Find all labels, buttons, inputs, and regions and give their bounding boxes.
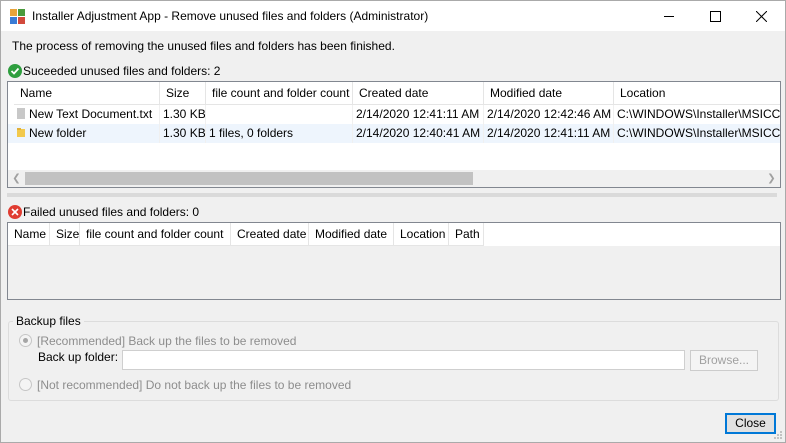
maximize-button[interactable]: [692, 1, 738, 31]
cell-location: C:\WINDOWS\Installer\MSICC3: [617, 126, 780, 140]
column-header-name[interactable]: Name: [14, 82, 160, 105]
failed-grid-empty-area: [8, 246, 780, 299]
backup-recommended-label[interactable]: [Recommended] Back up the files to be re…: [37, 334, 296, 348]
cell-name: New folder: [14, 124, 160, 143]
backup-recommended-radio[interactable]: [19, 334, 32, 347]
text-file-icon: [17, 108, 25, 119]
splitter[interactable]: [7, 193, 777, 197]
app-icon: [10, 9, 25, 24]
column-header-created[interactable]: Created date: [353, 82, 484, 105]
column-header-size[interactable]: Size: [160, 82, 206, 105]
close-window-button[interactable]: [738, 1, 784, 31]
close-icon: [755, 10, 767, 22]
cell-name: New Text Document.txt: [14, 105, 160, 124]
cell-created: 2/14/2020 12:40:41 AM: [353, 124, 484, 143]
file-name: New folder: [29, 126, 87, 140]
file-name: New Text Document.txt: [29, 107, 153, 121]
column-header-path[interactable]: Path: [449, 223, 484, 246]
scrollbar-thumb[interactable]: [25, 172, 473, 185]
succeeded-grid-header: Name Size file count and folder count Cr…: [8, 82, 780, 105]
failed-grid[interactable]: Name Size file count and folder count Cr…: [7, 222, 781, 300]
minimize-button[interactable]: [646, 1, 692, 31]
cell-modified: 2/14/2020 12:41:11 AM: [484, 124, 614, 143]
backup-not-recommended-label[interactable]: [Not recommended] Do not back up the fil…: [37, 378, 351, 392]
cell-modified: 2/14/2020 12:42:46 AM: [484, 105, 614, 124]
column-header-location[interactable]: Location: [394, 223, 449, 246]
column-header-modified[interactable]: Modified date: [484, 82, 614, 105]
dialog-window: Installer Adjustment App - Remove unused…: [0, 0, 786, 443]
failed-label: Failed unused files and folders: 0: [23, 205, 200, 219]
column-header-location[interactable]: Location: [614, 82, 780, 105]
backup-folder-input[interactable]: [122, 350, 685, 370]
error-circle-icon: [8, 205, 22, 219]
title-bar[interactable]: Installer Adjustment App - Remove unused…: [1, 1, 785, 31]
cell-counts: 1 files, 0 folders: [206, 124, 353, 143]
succeeded-grid[interactable]: Name Size file count and folder count Cr…: [7, 81, 781, 188]
status-message: The process of removing the unused files…: [12, 39, 395, 53]
cell-location: C:\WINDOWS\Installer\MSICC3: [617, 107, 780, 121]
check-circle-icon: [8, 64, 22, 78]
table-row[interactable]: New Text Document.txt 1.30 KB 2/14/2020 …: [8, 105, 780, 124]
horizontal-scrollbar[interactable]: ❮ ❯: [8, 170, 780, 187]
close-button[interactable]: Close: [725, 413, 776, 434]
cell-size: 1.30 KB: [160, 124, 206, 143]
maximize-icon: [709, 10, 721, 22]
minimize-icon: [663, 15, 674, 17]
cell-counts: [206, 105, 353, 124]
column-header-created[interactable]: Created date: [231, 223, 309, 246]
succeeded-label: Suceeded unused files and folders: 2: [23, 64, 221, 78]
column-header-modified[interactable]: Modified date: [309, 223, 394, 246]
backup-not-recommended-radio[interactable]: [19, 378, 32, 391]
folder-icon: [17, 128, 25, 137]
column-header-name[interactable]: Name: [8, 223, 50, 246]
scroll-right-icon[interactable]: ❯: [763, 170, 780, 187]
window-title: Installer Adjustment App - Remove unused…: [32, 9, 429, 23]
browse-button[interactable]: Browse...: [690, 350, 758, 371]
failed-grid-header: Name Size file count and folder count Cr…: [8, 223, 780, 246]
cell-size: 1.30 KB: [160, 105, 206, 124]
backup-folder-label: Back up folder:: [38, 350, 119, 364]
cell-created: 2/14/2020 12:41:11 AM: [353, 105, 484, 124]
backup-group-title: Backup files: [13, 314, 84, 328]
table-row[interactable]: New folder 1.30 KB 1 files, 0 folders 2/…: [8, 124, 780, 143]
column-header-size[interactable]: Size: [50, 223, 80, 246]
column-header-counts[interactable]: file count and folder count: [80, 223, 231, 246]
resize-grip-icon[interactable]: [773, 430, 783, 440]
column-header-counts[interactable]: file count and folder count: [206, 82, 353, 105]
scroll-left-icon[interactable]: ❮: [8, 170, 25, 187]
